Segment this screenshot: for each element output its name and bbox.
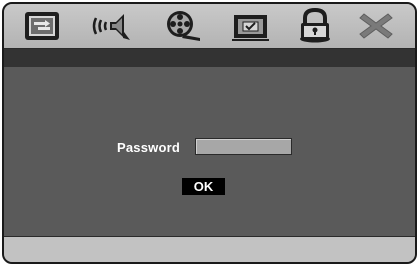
lock-icon[interactable] <box>293 8 337 44</box>
ok-button[interactable]: OK <box>182 178 225 195</box>
password-label: Password <box>117 140 181 155</box>
title-strip <box>4 49 415 67</box>
picture-settings-icon[interactable] <box>21 8 65 44</box>
password-input[interactable] <box>195 138 292 155</box>
menu-toolbar <box>4 4 415 49</box>
video-reel-icon[interactable] <box>160 8 204 44</box>
close-icon[interactable] <box>354 8 398 44</box>
setup-menu-window: Password OK <box>2 2 417 264</box>
audio-settings-icon[interactable] <box>90 8 134 44</box>
password-panel: Password OK <box>4 67 415 236</box>
status-bar <box>4 236 415 262</box>
preferences-check-icon[interactable] <box>229 8 273 44</box>
